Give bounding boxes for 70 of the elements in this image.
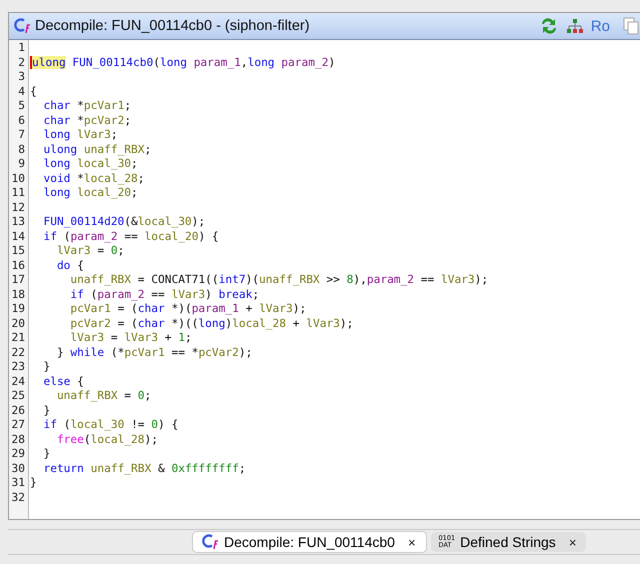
code-line: } (30, 476, 38, 490)
line-number: 23 (10, 360, 25, 374)
window-title: Decompile: FUN_00114cb0 - (siphon-filter) (35, 18, 311, 34)
code-line: } (42, 447, 52, 462)
code-line: { (30, 84, 38, 99)
code-line: lVar3 = lVar3 + 1; (69, 331, 193, 346)
line-number: 11 (10, 186, 25, 200)
code-line: unaff_RBX = CONCAT71((int7)(unaff_RBX >> 8),param_2 == lVar3); (69, 273, 490, 288)
tree-icon[interactable] (564, 17, 585, 35)
code-line: pcVar1 = (char *)(param_1 + lVar3); (69, 302, 308, 316)
line-number: 2 (17, 56, 25, 70)
code-line: if (local_30 != 0) { (42, 418, 180, 432)
line-number: 9 (17, 157, 25, 172)
decompiler-icon (201, 533, 219, 551)
line-number: 13 (10, 215, 25, 230)
line-number: 15 (10, 244, 25, 258)
line-number: 21 (10, 331, 25, 346)
code-line: return unaff_RBX & 0xffffffff; (42, 462, 247, 476)
code-line: pcVar2 = (char *)((long)local_28 + lVar3); (69, 316, 354, 331)
code-line: FUN_00114d20(&local_30); (42, 215, 206, 230)
code-line: char *pcVar1; (42, 99, 132, 114)
line-number: 28 (10, 432, 25, 447)
tab-label: Decompile: FUN_00114cb0 (224, 534, 395, 550)
code-line: lVar3 = 0; (56, 244, 126, 258)
code-line: do { (56, 258, 85, 273)
line-number: 6 (17, 114, 25, 128)
code-line: long lVar3; (42, 128, 119, 142)
line-number: 27 (10, 418, 25, 432)
line-number: 32 (10, 490, 25, 505)
code-line: long local_30; (42, 157, 139, 172)
code-line: else { (42, 374, 85, 389)
line-number: 19 (10, 302, 25, 316)
line-number: 26 (10, 404, 25, 418)
code-line: free(local_28); (56, 432, 160, 447)
line-number: 5 (17, 99, 25, 114)
tab[interactable]: Decompile: FUN_00114cb0 × (192, 531, 427, 553)
line-number: 31 (10, 476, 25, 490)
line-number: 1 (17, 41, 25, 56)
line-number: 20 (10, 316, 25, 331)
line-number: 4 (17, 84, 25, 99)
code-line: if (param_2 == local_20) { (42, 230, 220, 244)
line-number: 24 (10, 374, 25, 389)
code-line: unaff_RBX = 0; (56, 389, 152, 404)
line-number: 22 (10, 346, 25, 360)
line-number: 25 (10, 389, 25, 404)
line-number: 16 (10, 258, 25, 273)
close-button[interactable]: × (560, 534, 576, 550)
line-number: 12 (10, 200, 25, 215)
code-line: char *pcVar2; (42, 114, 132, 128)
line-number: 8 (17, 142, 25, 157)
line-number: 3 (17, 70, 25, 84)
line-number: 30 (10, 462, 25, 476)
line-number: 29 (10, 447, 25, 462)
tab-label: Defined Strings (460, 534, 556, 550)
code-line: } while (*pcVar1 == *pcVar2); (56, 346, 254, 360)
line-number: 10 (10, 172, 25, 186)
code-line: if (param_2 == lVar3) break; (69, 288, 260, 302)
decompiler-icon (13, 17, 31, 35)
code-line: ulong unaff_RBX; (42, 142, 152, 157)
code-line: long local_20; (42, 186, 139, 200)
code-line: ulong FUN_00114cb0(long param_1,long param_2) (30, 56, 336, 70)
close-button[interactable]: × (400, 534, 416, 550)
code-line: } (42, 360, 52, 374)
code-line: void *local_28; (42, 172, 146, 186)
line-number: 18 (10, 288, 25, 302)
code-line: } (42, 404, 52, 418)
line-number: 14 (10, 230, 25, 244)
line-number: 7 (17, 128, 25, 142)
copy-icon[interactable] (622, 16, 640, 36)
line-number: 17 (10, 273, 25, 288)
